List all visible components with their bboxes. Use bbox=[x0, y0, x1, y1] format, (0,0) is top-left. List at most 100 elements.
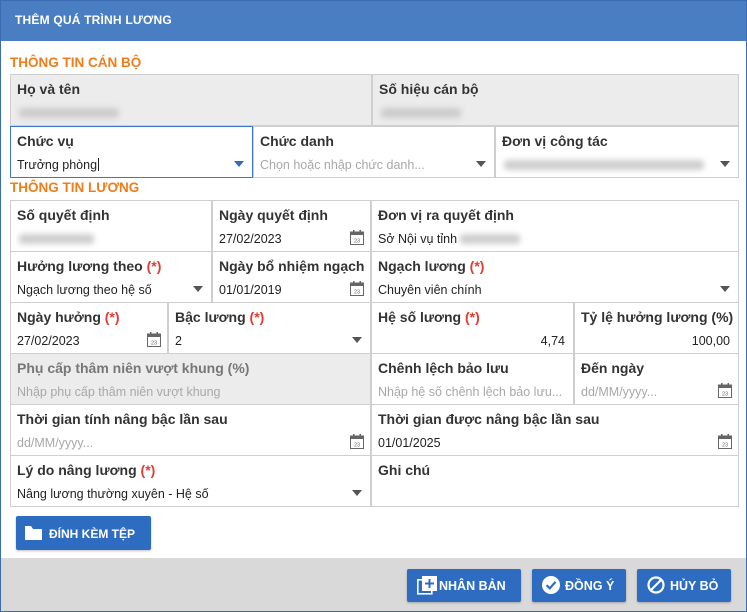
duplicate-button[interactable]: NHÂN BẢN bbox=[407, 569, 521, 602]
pay-grade-select[interactable]: Ngạch lương (*) Chuyên viên chính bbox=[371, 251, 739, 303]
next-raise-calc-date-field[interactable]: Thời gian tính nâng bậc lần sau dd/MM/yy… bbox=[10, 404, 371, 456]
next-raise-label: Thời gian được nâng bậc lần sau bbox=[378, 411, 600, 427]
issuing-unit-field[interactable]: Đơn vị ra quyết định Sở Nội vụ tỉnh bbox=[371, 200, 739, 252]
salary-rate-field[interactable]: Tỷ lệ hưởng lương (%) 100,00 bbox=[574, 302, 739, 354]
svg-text:23: 23 bbox=[354, 239, 360, 245]
salary-step-value: 2 bbox=[175, 334, 182, 348]
salary-step-label: Bậc lương bbox=[175, 309, 246, 325]
chevron-down-icon[interactable] bbox=[476, 161, 486, 167]
notes-field[interactable]: Ghi chú bbox=[371, 455, 739, 507]
effective-date-value: 27/02/2023 bbox=[17, 334, 80, 348]
appointment-date-label: Ngày bổ nhiệm ngạch bbox=[219, 258, 365, 274]
salary-rate-value: 100,00 bbox=[691, 334, 730, 348]
required-mark: (*) bbox=[469, 258, 485, 274]
chevron-down-icon[interactable] bbox=[352, 490, 362, 496]
job-title-select[interactable]: Chức danh Chọn hoặc nhập chức danh... bbox=[253, 126, 495, 178]
dialog-title: THÊM QUÁ TRÌNH LƯƠNG bbox=[15, 13, 172, 27]
full-name-label: Họ và tên bbox=[17, 81, 81, 97]
redacted-value bbox=[460, 234, 520, 244]
pay-grade-label: Ngạch lương bbox=[378, 258, 466, 274]
calendar-icon[interactable]: 23 bbox=[147, 332, 161, 347]
salary-basis-select[interactable]: Hưởng lương theo (*) Ngạch lương theo hệ… bbox=[10, 251, 212, 303]
issuing-unit-label: Đơn vị ra quyết định bbox=[378, 207, 514, 223]
end-date-field[interactable]: Đến ngày dd/MM/yyyy... 23 bbox=[574, 353, 739, 405]
staff-code-field: Số hiệu cán bộ bbox=[372, 74, 739, 126]
calendar-icon[interactable]: 23 bbox=[350, 230, 364, 245]
agree-label: ĐỒNG Ý bbox=[565, 579, 615, 593]
calendar-icon[interactable]: 23 bbox=[718, 383, 732, 398]
work-unit-label: Đơn vị công tác bbox=[502, 133, 608, 149]
decision-date-label: Ngày quyết định bbox=[219, 207, 328, 223]
duplicate-icon bbox=[417, 576, 437, 595]
svg-text:23: 23 bbox=[354, 443, 360, 449]
duplicate-label: NHÂN BẢN bbox=[439, 579, 506, 593]
agree-button[interactable]: ĐỒNG Ý bbox=[532, 569, 626, 602]
redacted-value bbox=[19, 108, 119, 118]
seniority-allowance-label: Phụ cấp thâm niên vượt khung (%) bbox=[17, 360, 250, 376]
attach-file-button[interactable]: ĐÍNH KÈM TỆP bbox=[16, 516, 151, 550]
cancel-button[interactable]: HỦY BỎ bbox=[637, 569, 731, 602]
salary-basis-label: Hưởng lương theo bbox=[17, 258, 143, 274]
raise-reason-value: Nâng lương thường xuyên - Hệ số bbox=[17, 487, 209, 501]
section-salary-info: THÔNG TIN LƯƠNG bbox=[10, 180, 140, 195]
full-name-field: Họ và tên bbox=[10, 74, 372, 126]
staff-code-label: Số hiệu cán bộ bbox=[379, 81, 479, 97]
add-salary-dialog: THÊM QUÁ TRÌNH LƯƠNG THÔNG TIN CÁN BỘ Họ… bbox=[0, 0, 747, 612]
calendar-icon[interactable]: 23 bbox=[350, 281, 364, 296]
chevron-down-icon[interactable] bbox=[720, 286, 730, 292]
job-title-label: Chức danh bbox=[260, 133, 334, 149]
svg-text:23: 23 bbox=[722, 392, 728, 398]
job-title-placeholder: Chọn hoặc nhập chức danh... bbox=[260, 158, 425, 172]
section-staff-info: THÔNG TIN CÁN BỘ bbox=[10, 55, 142, 70]
decision-number-label: Số quyết định bbox=[17, 207, 110, 223]
salary-rate-label: Tỷ lệ hưởng lương (%) bbox=[581, 309, 734, 325]
coefficient-label: Hệ số lương bbox=[378, 309, 462, 325]
attach-file-label: ĐÍNH KÈM TỆP bbox=[49, 527, 136, 541]
required-mark: (*) bbox=[249, 309, 265, 325]
svg-text:23: 23 bbox=[354, 290, 360, 296]
dialog-footer bbox=[1, 558, 746, 611]
calendar-icon[interactable]: 23 bbox=[718, 434, 732, 449]
reserved-difference-label: Chênh lệch bảo lưu bbox=[378, 360, 509, 376]
position-label: Chức vụ bbox=[17, 133, 74, 149]
chevron-down-icon[interactable] bbox=[234, 161, 244, 167]
salary-step-select[interactable]: Bậc lương (*) 2 bbox=[168, 302, 371, 354]
decision-number-field[interactable]: Số quyết định bbox=[10, 200, 212, 252]
folder-icon bbox=[25, 526, 42, 540]
raise-reason-label: Lý do nâng lương bbox=[17, 462, 137, 478]
next-raise-value: 01/01/2025 bbox=[378, 436, 441, 450]
effective-date-label: Ngày hưởng bbox=[17, 309, 101, 325]
svg-text:23: 23 bbox=[722, 443, 728, 449]
position-value: Trưởng phòng bbox=[17, 158, 98, 172]
work-unit-select[interactable]: Đơn vị công tác bbox=[495, 126, 739, 178]
next-raise-calc-placeholder: dd/MM/yyyy... bbox=[17, 436, 94, 450]
check-icon bbox=[542, 576, 560, 594]
chevron-down-icon[interactable] bbox=[352, 337, 362, 343]
position-select[interactable]: Chức vụ Trưởng phòng bbox=[10, 126, 253, 178]
dialog-title-bar: THÊM QUÁ TRÌNH LƯƠNG bbox=[1, 1, 746, 41]
required-mark: (*) bbox=[104, 309, 120, 325]
appointment-date-field[interactable]: Ngày bổ nhiệm ngạch 01/01/2019 23 bbox=[212, 251, 371, 303]
seniority-allowance-placeholder: Nhập phụ cấp thâm niên vượt khung bbox=[17, 385, 221, 399]
coefficient-value: 4,74 bbox=[540, 334, 565, 348]
chevron-down-icon[interactable] bbox=[720, 161, 730, 167]
appointment-date-value: 01/01/2019 bbox=[219, 283, 282, 297]
next-raise-date-field[interactable]: Thời gian được nâng bậc lần sau 01/01/20… bbox=[371, 404, 739, 456]
end-date-placeholder: dd/MM/yyyy... bbox=[581, 385, 658, 399]
next-raise-calc-label: Thời gian tính nâng bậc lần sau bbox=[17, 411, 228, 427]
decision-date-field[interactable]: Ngày quyết định 27/02/2023 23 bbox=[212, 200, 371, 252]
effective-date-field[interactable]: Ngày hưởng (*) 27/02/2023 23 bbox=[10, 302, 168, 354]
redacted-value bbox=[381, 108, 461, 118]
notes-label: Ghi chú bbox=[378, 462, 431, 478]
chevron-down-icon[interactable] bbox=[193, 286, 203, 292]
end-date-label: Đến ngày bbox=[581, 360, 645, 376]
reserved-difference-field[interactable]: Chênh lệch bảo lưu Nhập hệ số chênh lệch… bbox=[371, 353, 574, 405]
decision-date-value: 27/02/2023 bbox=[219, 232, 282, 246]
redacted-value bbox=[504, 160, 704, 170]
raise-reason-select[interactable]: Lý do nâng lương (*) Nâng lương thường x… bbox=[10, 455, 371, 507]
calendar-icon[interactable]: 23 bbox=[350, 434, 364, 449]
cancel-icon bbox=[647, 576, 665, 594]
cancel-label: HỦY BỎ bbox=[670, 579, 719, 593]
required-mark: (*) bbox=[146, 258, 162, 274]
coefficient-field[interactable]: Hệ số lương (*) 4,74 bbox=[371, 302, 574, 354]
